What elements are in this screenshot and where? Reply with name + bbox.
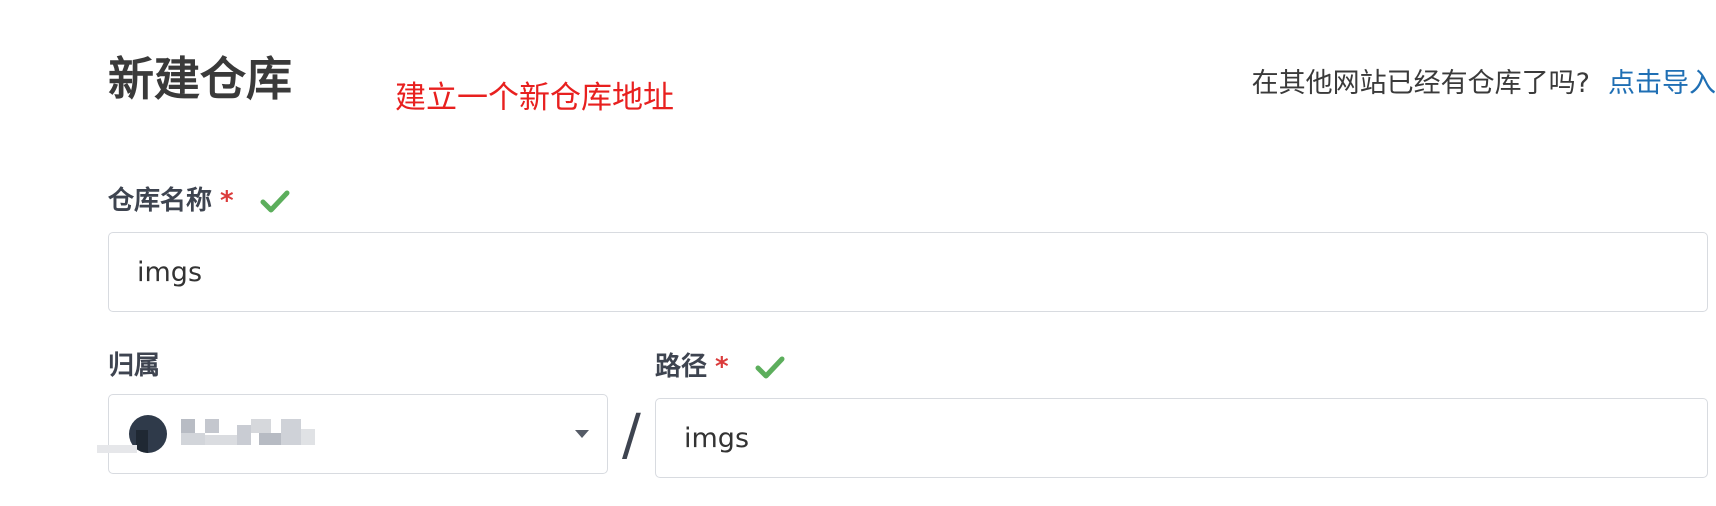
repo-name-input[interactable] [108, 232, 1708, 312]
import-hint: 在其他网站已经有仓库了吗? 点击导入 [1252, 68, 1716, 100]
check-icon [755, 356, 785, 379]
owner-label-row: 归属 [108, 351, 160, 382]
path-label: 路径 [655, 352, 708, 382]
import-question: 在其他网站已经有仓库了吗? [1251, 68, 1590, 99]
required-mark: * [715, 352, 729, 382]
required-mark: * [220, 186, 234, 216]
path-label-row: 路径 * [655, 352, 785, 383]
repo-name-label-row: 仓库名称 * [108, 186, 290, 217]
page-title: 新建仓库 [108, 52, 292, 106]
annotation-text: 建立一个新仓库地址 [395, 80, 674, 116]
owner-label: 归属 [108, 351, 161, 381]
path-input[interactable] [655, 398, 1708, 478]
path-separator: / [622, 403, 641, 468]
owner-select[interactable] [97, 394, 608, 474]
repo-name-label: 仓库名称 [108, 186, 213, 216]
chevron-down-icon [575, 430, 589, 438]
import-link[interactable]: 点击导入 [1608, 68, 1716, 99]
check-icon [260, 190, 290, 213]
